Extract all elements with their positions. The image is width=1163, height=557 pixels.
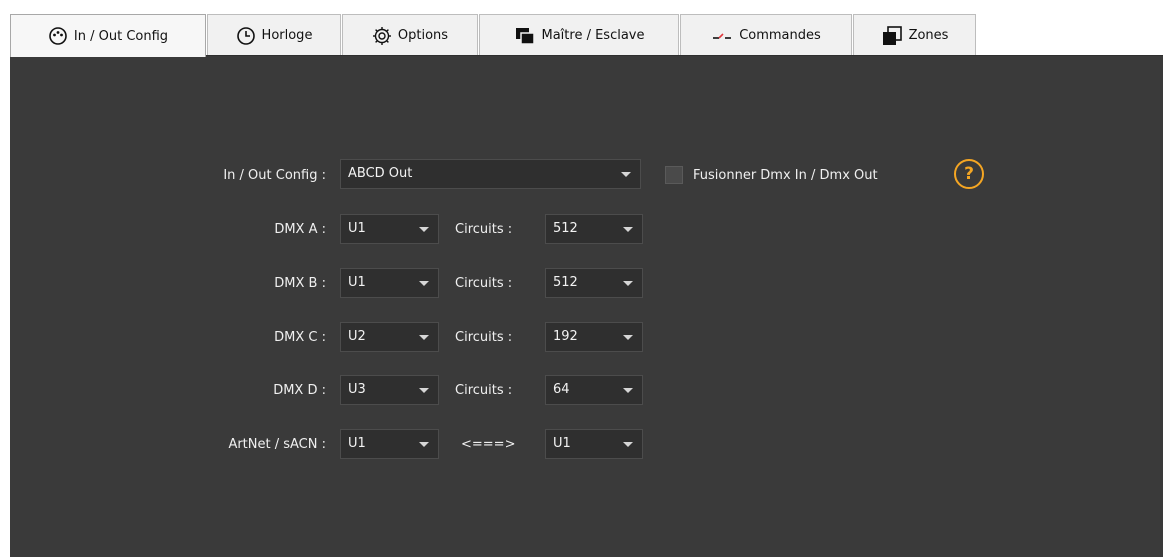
chevron-down-icon	[419, 281, 429, 286]
dmx-a-universe-value: U1	[348, 221, 366, 236]
dmx-c-universe-select[interactable]: U2	[340, 322, 439, 352]
dmx-a-label: DMX A :	[274, 222, 326, 237]
dmx-a-universe-select[interactable]: U1	[340, 214, 439, 244]
dmx-b-universe-select[interactable]: U1	[340, 268, 439, 298]
tab-horloge[interactable]: Horloge	[207, 14, 341, 56]
chevron-down-icon	[419, 227, 429, 232]
help-icon[interactable]: ?	[954, 159, 984, 189]
dmx-c-circuits-value: 192	[553, 329, 578, 344]
chevron-down-icon	[623, 388, 633, 393]
chevron-down-icon	[623, 335, 633, 340]
dmx-b-circuits-value: 512	[553, 275, 578, 290]
chevron-down-icon	[623, 442, 633, 447]
artnet-universe-select[interactable]: U1	[340, 429, 439, 459]
dmx-b-circuits-select[interactable]: 512	[545, 268, 643, 298]
commands-icon	[711, 26, 733, 46]
dmx-a-circuits-select[interactable]: 512	[545, 214, 643, 244]
gear-icon	[372, 26, 392, 46]
tab-label: Maître / Esclave	[541, 28, 645, 43]
tab-label: Options	[397, 28, 449, 43]
chevron-down-icon	[419, 442, 429, 447]
in-out-config-label: In / Out Config :	[223, 168, 326, 183]
dmx-connector-icon	[48, 26, 68, 46]
dmx-c-circuits-select[interactable]: 192	[545, 322, 643, 352]
help-glyph: ?	[964, 164, 974, 184]
clock-icon	[236, 26, 256, 46]
dmx-d-circuits-value: 64	[553, 382, 570, 397]
tab-label: Horloge	[261, 28, 313, 43]
merge-dmx-checkbox[interactable]	[665, 166, 683, 184]
dmx-b-label: DMX B :	[274, 276, 326, 291]
in-out-config-select[interactable]: ABCD Out	[340, 159, 641, 189]
tab-label: Commandes	[739, 28, 821, 43]
tab-zones[interactable]: Zones	[853, 14, 976, 56]
dmx-d-universe-value: U3	[348, 382, 366, 397]
dmx-a-circuits-value: 512	[553, 221, 578, 236]
merge-dmx-label: Fusionner Dmx In / Dmx Out	[693, 168, 878, 183]
tab-bar: In / Out Config Horloge Options Maître /…	[10, 14, 1163, 57]
zones-icon	[881, 25, 903, 47]
tab-commandes[interactable]: Commandes	[680, 14, 852, 56]
dmx-b-circuits-label: Circuits :	[455, 276, 513, 291]
dmx-c-circuits-label: Circuits :	[455, 330, 513, 345]
dmx-b-universe-value: U1	[348, 275, 366, 290]
dmx-c-universe-value: U2	[348, 329, 366, 344]
config-panel: In / Out Config : ABCD Out Fusionner Dmx…	[10, 55, 1163, 557]
tab-label: Zones	[908, 28, 949, 43]
chevron-down-icon	[621, 172, 631, 177]
dmx-d-circuits-label: Circuits :	[455, 383, 513, 398]
chevron-down-icon	[419, 335, 429, 340]
artnet-label: ArtNet / sACN :	[228, 437, 326, 452]
in-out-config-value: ABCD Out	[348, 166, 413, 181]
dmx-a-circuits-label: Circuits :	[455, 222, 513, 237]
artnet-target-select[interactable]: U1	[545, 429, 643, 459]
dmx-d-universe-select[interactable]: U3	[340, 375, 439, 405]
dmx-d-label: DMX D :	[273, 383, 326, 398]
tab-options[interactable]: Options	[342, 14, 478, 56]
dmx-c-label: DMX C :	[274, 330, 326, 345]
artnet-target-value: U1	[553, 436, 571, 451]
chevron-down-icon	[623, 281, 633, 286]
chevron-down-icon	[623, 227, 633, 232]
tab-maitre-esclave[interactable]: Maître / Esclave	[479, 14, 679, 56]
tab-in-out-config[interactable]: In / Out Config	[10, 14, 206, 57]
artnet-arrow-label: <===>	[461, 437, 516, 452]
chevron-down-icon	[419, 388, 429, 393]
dmx-d-circuits-select[interactable]: 64	[545, 375, 643, 405]
tab-label: In / Out Config	[73, 28, 169, 44]
master-slave-icon	[514, 26, 536, 46]
artnet-universe-value: U1	[348, 436, 366, 451]
